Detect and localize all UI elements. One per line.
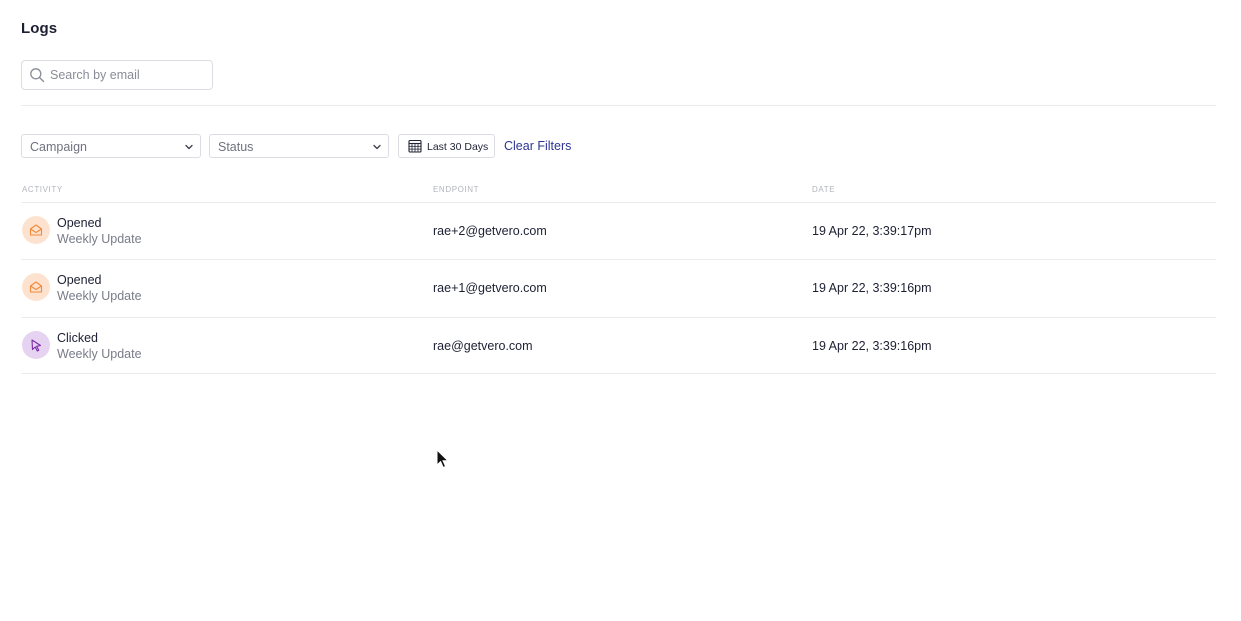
clear-filters-link[interactable]: Clear Filters (504, 139, 571, 153)
activity-title: Clicked (57, 331, 98, 345)
column-header-endpoint: Endpoint (433, 185, 480, 194)
column-header-date: Date (812, 185, 836, 194)
activity-title: Opened (57, 216, 102, 230)
activity-subject: Weekly Update (57, 232, 142, 246)
campaign-select[interactable]: Campaign (21, 134, 201, 158)
endpoint-cell: rae+1@getvero.com (433, 281, 547, 295)
envelope-open-icon (29, 224, 43, 236)
status-select-value: Status (218, 140, 254, 154)
date-range-label: Last 30 Days (427, 141, 489, 153)
logs-page: Logs Campaign Status Last 30 Days (0, 0, 1241, 621)
column-header-activity: Activity (22, 185, 63, 194)
endpoint-cell: rae@getvero.com (433, 339, 533, 353)
search-icon (30, 68, 45, 83)
row-divider (21, 259, 1216, 260)
row-divider (21, 373, 1216, 374)
activity-avatar (22, 331, 50, 359)
table-row[interactable]: Opened Weekly Update rae+1@getvero.com 1… (21, 259, 1216, 316)
activity-avatar (22, 216, 50, 244)
date-cell: 19 Apr 22, 3:39:16pm (812, 339, 932, 353)
search-box[interactable] (21, 60, 213, 90)
row-divider (21, 202, 1216, 203)
header-divider (21, 105, 1216, 106)
campaign-select-value: Campaign (30, 140, 87, 154)
chevron-down-icon (373, 144, 381, 150)
chevron-down-icon (185, 144, 193, 150)
table-row[interactable]: Opened Weekly Update rae+2@getvero.com 1… (21, 202, 1216, 259)
row-divider (21, 317, 1216, 318)
date-cell: 19 Apr 22, 3:39:17pm (812, 224, 932, 238)
endpoint-cell: rae+2@getvero.com (433, 224, 547, 238)
page-title: Logs (21, 20, 58, 37)
search-input[interactable] (50, 61, 210, 89)
date-range-button[interactable]: Last 30 Days (398, 134, 495, 158)
status-select[interactable]: Status (209, 134, 389, 158)
cursor-click-icon (31, 339, 42, 352)
date-cell: 19 Apr 22, 3:39:16pm (812, 281, 932, 295)
activity-subject: Weekly Update (57, 289, 142, 303)
calendar-icon (408, 139, 422, 153)
activity-avatar (22, 273, 50, 301)
table-row[interactable]: Clicked Weekly Update rae@getvero.com 19… (21, 317, 1216, 374)
envelope-open-icon (29, 281, 43, 293)
mouse-pointer-icon (436, 449, 450, 469)
activity-title: Opened (57, 273, 102, 287)
activity-subject: Weekly Update (57, 347, 142, 361)
